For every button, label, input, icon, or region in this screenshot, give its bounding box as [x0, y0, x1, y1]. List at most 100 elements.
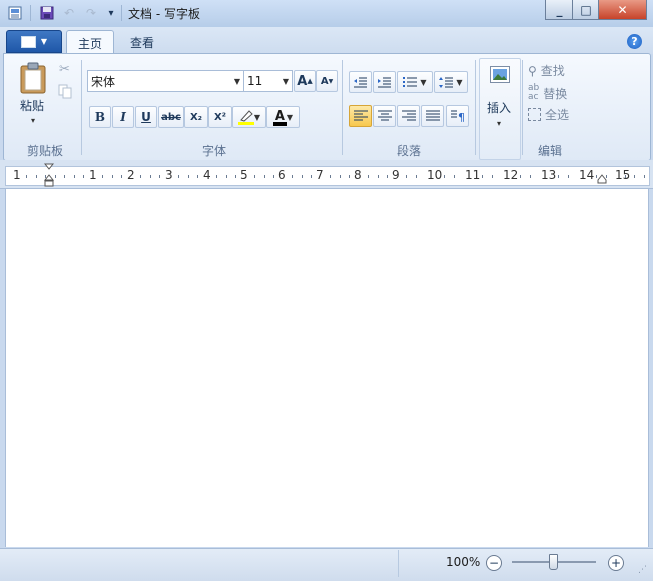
- chevron-down-icon: ▼: [253, 112, 261, 122]
- cut-icon[interactable]: ✂: [59, 62, 70, 77]
- chevron-down-icon: ▼: [420, 77, 427, 87]
- ruler-tick: [178, 175, 179, 178]
- close-button[interactable]: ✕: [598, 0, 647, 20]
- customize-quick-access-icon[interactable]: ▾: [102, 4, 120, 22]
- ruler-tick: [36, 175, 37, 178]
- grow-font-button[interactable]: A ▲: [294, 70, 316, 92]
- ruler-number: 8: [354, 168, 362, 182]
- text-color-icon: A: [272, 109, 287, 126]
- ruler-tick: [197, 175, 198, 178]
- subscript-button[interactable]: X₂: [184, 106, 208, 128]
- align-center-button[interactable]: [373, 105, 396, 127]
- ruler-tick: [416, 175, 417, 178]
- ruler-number: 7: [316, 168, 324, 182]
- ruler-tick: [264, 175, 265, 178]
- align-left-icon: [353, 110, 368, 121]
- font-size-select[interactable]: 11 ▼: [243, 70, 293, 92]
- decrease-indent-button[interactable]: [349, 71, 372, 93]
- ruler-number: 1: [89, 168, 97, 182]
- increase-indent-button[interactable]: [373, 71, 396, 93]
- group-separator: [81, 60, 82, 155]
- find-label: 查找: [540, 64, 565, 78]
- align-left-button[interactable]: [349, 105, 372, 127]
- italic-button[interactable]: I: [112, 106, 134, 128]
- group-separator: [475, 60, 476, 155]
- help-icon[interactable]: ?: [627, 34, 642, 49]
- ruler-tick: [368, 175, 369, 178]
- first-line-indent-marker[interactable]: [43, 163, 55, 190]
- ruler-number: 12: [503, 168, 519, 182]
- bullet-list-icon: [403, 77, 418, 87]
- window-title: 文档 - 写字板: [128, 7, 200, 21]
- align-right-button[interactable]: [397, 105, 420, 127]
- ruler-tick: [444, 175, 445, 178]
- document-icon: [20, 35, 36, 48]
- ruler-tick: [349, 175, 350, 178]
- app-icon[interactable]: [6, 4, 24, 22]
- font-group-label: 字体: [201, 144, 226, 158]
- ruler-tick: [492, 175, 493, 178]
- ruler-tick: [159, 175, 160, 178]
- ruler-tick: [254, 175, 255, 178]
- line-spacing-button[interactable]: ▼: [434, 71, 468, 93]
- ruler-tick: [112, 175, 113, 178]
- group-separator: [522, 60, 523, 155]
- bold-button[interactable]: B: [89, 106, 111, 128]
- highlight-color-button[interactable]: ▼: [232, 106, 266, 128]
- ruler-tick: [216, 175, 217, 178]
- find-button[interactable]: ⚲ 查找: [528, 62, 565, 79]
- ruler-number: 14: [579, 168, 595, 182]
- highlighter-icon: [237, 109, 254, 125]
- ruler-tick: [482, 175, 483, 178]
- right-indent-marker[interactable]: [597, 173, 607, 187]
- justify-button[interactable]: [421, 105, 444, 127]
- maximize-button[interactable]: □: [572, 0, 600, 20]
- zoom-level: 100%: [446, 555, 481, 569]
- tab-home[interactable]: 主页: [66, 30, 114, 55]
- application-menu-button[interactable]: ▼: [6, 30, 62, 53]
- ruler-bar[interactable]: 1 1 2 3 4 5 6 7 8 9 10 11 12 13 14 15: [5, 166, 650, 186]
- paste-label: 粘贴: [20, 99, 45, 113]
- qa-divider: [30, 5, 31, 21]
- ruler-tick: [378, 175, 379, 178]
- underline-button[interactable]: U: [135, 106, 157, 128]
- paste-button[interactable]: 粘贴 ▾: [12, 58, 56, 133]
- chevron-down-icon: ▼: [456, 77, 463, 87]
- save-icon[interactable]: [38, 4, 56, 22]
- chevron-down-icon: ▼: [233, 76, 240, 86]
- caret-up-icon: ▲: [307, 77, 313, 85]
- copy-icon[interactable]: [58, 84, 72, 102]
- ruler-tick: [121, 175, 122, 178]
- text-color-button[interactable]: A ▼: [266, 106, 300, 128]
- tab-view[interactable]: 查看: [118, 30, 166, 54]
- superscript-button[interactable]: X²: [208, 106, 232, 128]
- ruler-tick: [150, 175, 151, 178]
- select-all-icon: [528, 108, 541, 121]
- select-all-label: 全选: [545, 108, 570, 122]
- undo-icon[interactable]: ↶: [60, 4, 78, 22]
- shrink-font-button[interactable]: A ▼: [316, 70, 338, 92]
- minimize-button[interactable]: _: [545, 0, 574, 20]
- ruler-tick: [273, 175, 274, 178]
- document-area[interactable]: [5, 189, 649, 547]
- font-family-select[interactable]: 宋体 ▼: [87, 70, 244, 92]
- redo-icon[interactable]: ↷: [82, 4, 100, 22]
- ruler-tick: [311, 175, 312, 178]
- paragraph-button[interactable]: ¶: [446, 105, 469, 127]
- insert-button[interactable]: 插入 ▾: [479, 58, 521, 160]
- replace-button[interactable]: ab ac 替换: [528, 84, 567, 102]
- resize-grip-icon[interactable]: ⋰: [638, 565, 647, 575]
- ruler-tick: [226, 175, 227, 178]
- align-center-icon: [377, 110, 392, 121]
- insert-dropdown-icon: ▾: [497, 119, 502, 128]
- ruler-tick: [330, 175, 331, 178]
- zoom-in-button[interactable]: +: [608, 555, 624, 571]
- bullet-list-button[interactable]: ▼: [397, 71, 433, 93]
- zoom-out-button[interactable]: −: [486, 555, 502, 571]
- binoculars-icon: ⚲: [528, 63, 537, 78]
- select-all-button[interactable]: 全选: [528, 106, 569, 123]
- zoom-slider-thumb[interactable]: [549, 554, 558, 570]
- paste-dropdown-icon: ▾: [31, 116, 36, 125]
- strikethrough-button[interactable]: abc: [158, 106, 184, 128]
- ruler-number: 4: [203, 168, 211, 182]
